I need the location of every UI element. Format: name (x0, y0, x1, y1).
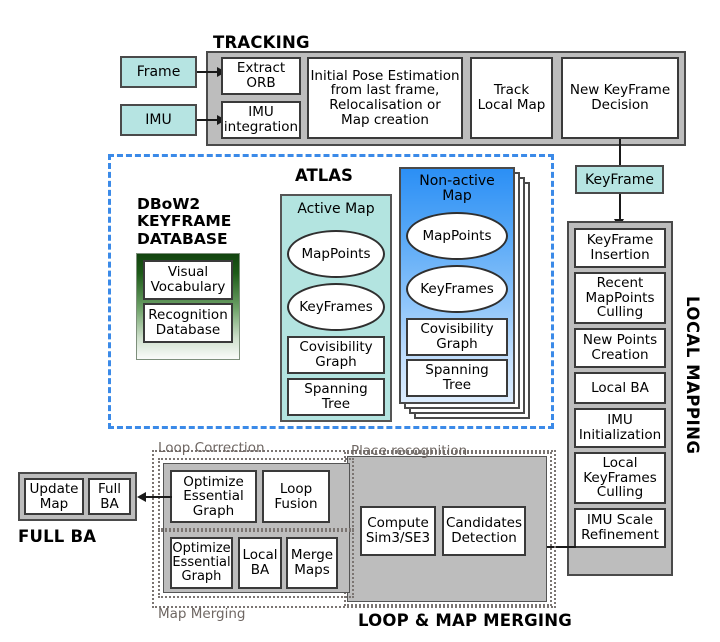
full-ba-block-update-map[interactable]: Update Map (24, 478, 84, 515)
local-mapping-block-recent-mappoints-culling[interactable]: Recent MapPoints Culling (574, 272, 666, 324)
dbow2-visual-vocabulary[interactable]: Visual Vocabulary (143, 260, 233, 300)
map-merging-block-merge-maps[interactable]: Merge Maps (286, 537, 338, 589)
arrow-keyframe-to-localmapping (619, 194, 621, 222)
place-recognition-block-candidates-detection[interactable]: Candidates Detection (442, 506, 526, 556)
arrow-decision-to-keyframe (619, 139, 621, 165)
nonactive-map-covisibility-graph[interactable]: Covisibility Graph (406, 318, 508, 356)
loop-correction-label: Loop Correction (158, 440, 265, 456)
tracking-block-initial-pose[interactable]: Initial Pose Estimation from last frame,… (307, 57, 463, 139)
tracking-block-extract-orb[interactable]: Extract ORB (221, 57, 301, 95)
local-mapping-block-local-keyframes-culling[interactable]: Local KeyFrames Culling (574, 452, 666, 504)
local-mapping-block-imu-scale-refinement[interactable]: IMU Scale Refinement (574, 508, 666, 548)
active-map-spanning-tree[interactable]: Spanning Tree (287, 378, 385, 416)
loop-correction-block-optimize-essential-graph[interactable]: Optimize Essential Graph (170, 470, 257, 523)
input-frame[interactable]: Frame (120, 56, 197, 88)
local-mapping-block-new-points-creation[interactable]: New Points Creation (574, 328, 666, 368)
tracking-block-new-keyframe-decision[interactable]: New KeyFrame Decision (561, 57, 679, 139)
full-ba-title: FULL BA (18, 527, 97, 546)
active-map-caption: Active Map (297, 201, 375, 217)
active-map-keyframes[interactable]: KeyFrames (287, 283, 385, 331)
local-mapping-block-keyframe-insertion[interactable]: KeyFrame Insertion (574, 228, 666, 268)
place-recognition-label: Place recognition (351, 443, 468, 459)
nonactive-map-spanning-tree[interactable]: Spanning Tree (406, 359, 508, 397)
nonactive-map-keyframes[interactable]: KeyFrames (406, 265, 508, 313)
map-merging-label: Map Merging (158, 606, 246, 622)
tracking-title: TRACKING (213, 33, 310, 52)
input-imu[interactable]: IMU (120, 104, 197, 136)
dbow2-recognition-database[interactable]: Recognition Database (143, 303, 233, 343)
atlas-title: ATLAS (295, 166, 353, 185)
arrow-frame-to-extract (197, 71, 219, 73)
nonactive-map-mappoints[interactable]: MapPoints (406, 212, 508, 260)
local-mapping-block-imu-initialization[interactable]: IMU Initialization (574, 408, 666, 448)
local-mapping-block-local-ba[interactable]: Local BA (574, 372, 666, 404)
arrowhead-fullba (137, 492, 146, 502)
active-map-mappoints[interactable]: MapPoints (287, 230, 385, 278)
keyframe-token[interactable]: KeyFrame (575, 165, 664, 194)
dbow2-title: DBoW2 KEYFRAME DATABASE (137, 195, 232, 248)
active-map-covisibility-graph[interactable]: Covisibility Graph (287, 336, 385, 374)
arrow-imu-to-integration (197, 119, 219, 121)
map-merging-block-optimize-essential-graph[interactable]: Optimize Essential Graph (170, 537, 233, 589)
arrow-loopcorrection-to-fullba (144, 496, 172, 498)
full-ba-block-full-ba[interactable]: Full BA (88, 478, 131, 515)
map-merging-block-local-ba[interactable]: Local BA (238, 537, 282, 589)
loop-correction-block-loop-fusion[interactable]: Loop Fusion (262, 470, 330, 523)
loop-map-merging-title: LOOP & MAP MERGING (358, 611, 573, 630)
nonactive-map-caption: Non-active Map (419, 173, 495, 205)
tracking-block-imu-integration[interactable]: IMU integration (221, 101, 301, 139)
place-recognition-block-compute-sim3[interactable]: Compute Sim3/SE3 (360, 506, 436, 556)
tracking-block-track-local-map[interactable]: Track Local Map (470, 57, 553, 139)
local-mapping-title: LOCAL MAPPING (683, 296, 702, 455)
